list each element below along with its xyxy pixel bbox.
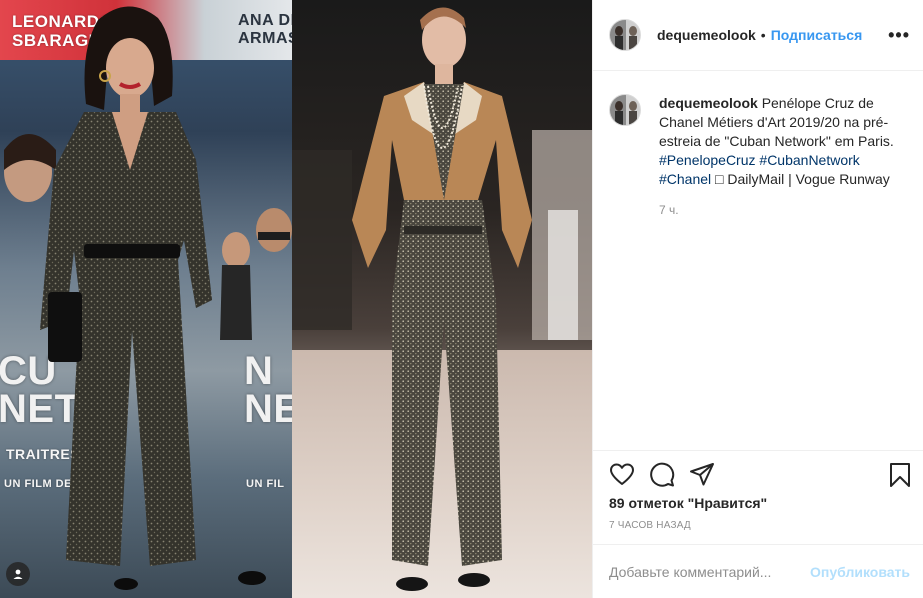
premiere-photo-panel: LEONARDO SBARAGLIA ANA DE ARMAS CU NETV …	[0, 0, 292, 598]
avatar-image	[610, 20, 640, 50]
caption-credits: □ DailyMail | Vogue Runway	[715, 171, 890, 187]
save-button[interactable]	[887, 462, 913, 488]
likes-count[interactable]: 89 отметок "Нравится"	[609, 495, 767, 511]
actions-bar	[593, 450, 923, 498]
bookmark-icon	[890, 463, 910, 487]
post-header: dequemeolook • Подписаться •••	[593, 0, 923, 71]
person-figure	[4, 6, 292, 590]
share-icon	[690, 463, 714, 486]
post-photo[interactable]: LEONARDO SBARAGLIA ANA DE ARMAS CU NETV …	[0, 0, 592, 598]
likes-count-text: 89 отметок "Нравится"	[609, 495, 768, 511]
comment-icon	[650, 462, 675, 487]
follow-button[interactable]: Подписаться	[771, 27, 863, 43]
model-figure	[292, 7, 592, 591]
share-button[interactable]	[689, 462, 715, 488]
header-username[interactable]: dequemeolook	[657, 27, 756, 43]
post-date: 7 ЧАСОВ НАЗАД	[609, 520, 691, 531]
hashtag-link[interactable]: #PenelopeCruz	[659, 152, 756, 168]
caption: dequemeolook Penélope Cruz de Chanel Mét…	[609, 94, 909, 220]
more-options-button[interactable]: •••	[888, 26, 910, 44]
tagged-user-button[interactable]	[6, 562, 30, 586]
hashtag-link[interactable]: #CubanNetwork	[759, 152, 859, 168]
caption-username[interactable]: dequemeolook	[659, 95, 758, 111]
heart-icon	[610, 463, 634, 485]
comment-bar: Опубликовать	[593, 544, 923, 598]
user-icon	[13, 569, 23, 579]
header-separator: •	[760, 27, 766, 43]
caption-body: dequemeolook Penélope Cruz de Chanel Mét…	[659, 94, 909, 220]
publish-button[interactable]: Опубликовать	[810, 564, 910, 580]
post-sidebar: dequemeolook • Подписаться ••• dequemeol…	[592, 0, 923, 598]
comment-button[interactable]	[649, 462, 675, 488]
avatar[interactable]	[609, 19, 641, 51]
caption-avatar[interactable]	[609, 94, 641, 126]
avatar-image	[610, 95, 640, 125]
runway-photo-panel	[292, 0, 592, 598]
caption-time: 7 ч.	[659, 203, 679, 217]
hashtag-link[interactable]: #Chanel	[659, 171, 711, 187]
comment-input[interactable]	[609, 561, 829, 583]
like-button[interactable]	[609, 462, 635, 488]
